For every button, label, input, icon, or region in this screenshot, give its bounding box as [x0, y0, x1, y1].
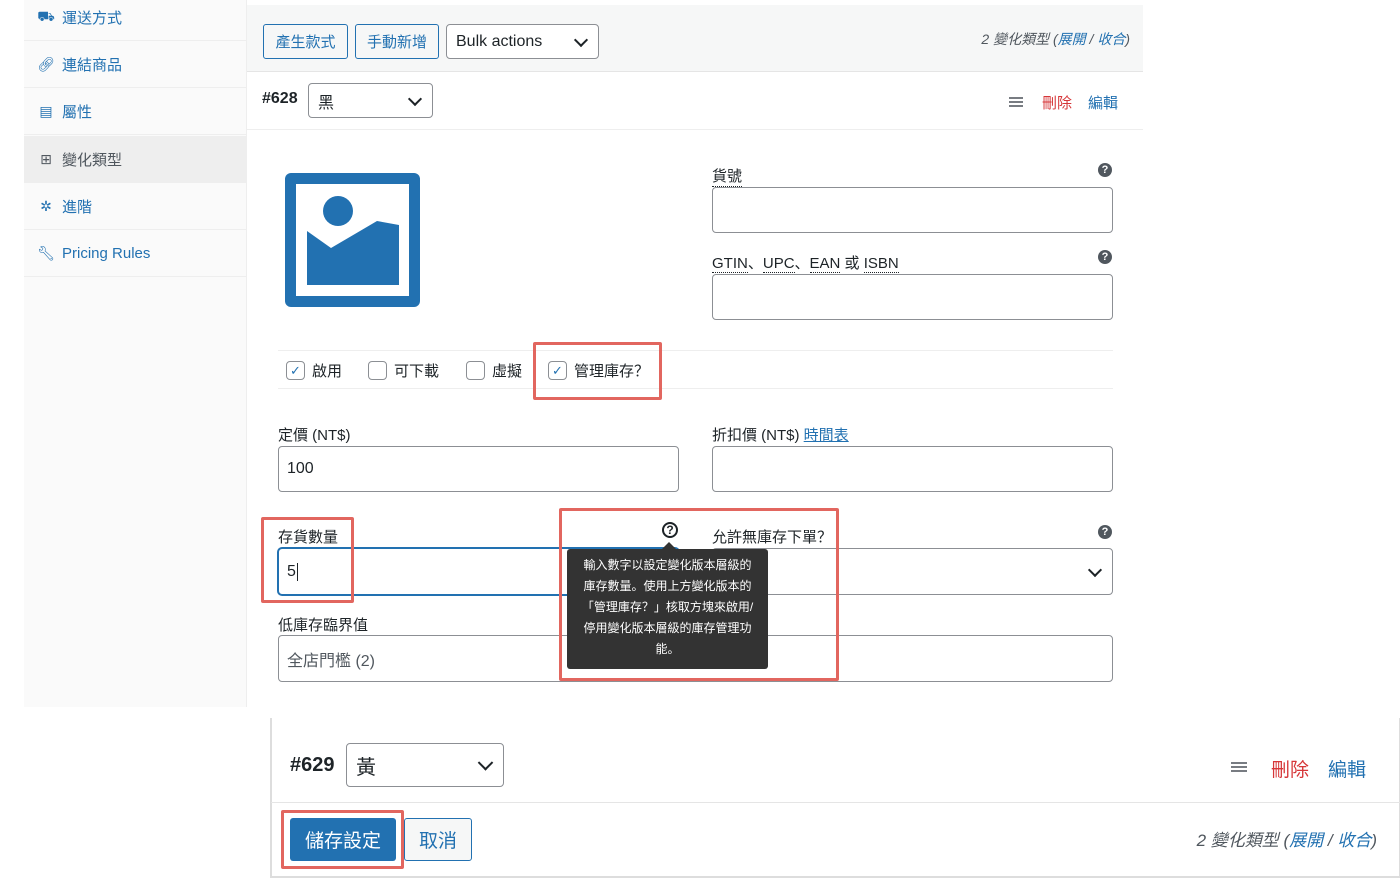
schedule-link[interactable]: 時間表	[804, 427, 849, 444]
enabled-label: 啟用	[312, 363, 343, 380]
attribute-value: 黑	[318, 94, 335, 112]
count-text: 2 變化類型 (	[981, 31, 1058, 47]
variation-id: #628	[262, 90, 298, 107]
image-placeholder-icon	[285, 173, 420, 307]
sidebar-item-label: 進階	[62, 198, 93, 216]
help-icon[interactable]: ?	[1098, 163, 1112, 177]
cancel-button[interactable]: 取消	[404, 818, 472, 861]
sidebar-item-advanced[interactable]: ✲ 進階	[24, 183, 247, 230]
gear-icon: ✲	[40, 197, 52, 214]
gtin-sep: 、	[747, 255, 763, 272]
highlight-save-button	[281, 810, 404, 869]
variations-count: 2 變化類型 (展開 / 收合)	[1120, 826, 1377, 851]
variation-image-placeholder[interactable]	[285, 173, 420, 307]
highlight-manage-stock	[533, 342, 662, 400]
chevron-down-icon	[1087, 562, 1103, 577]
variation-attribute-select[interactable]: 黑	[308, 83, 433, 118]
delete-variation-link[interactable]: 刪除	[1042, 92, 1072, 113]
upc-abbr: UPC	[762, 255, 795, 273]
truck-icon: ⛟	[37, 7, 55, 24]
enabled-checkbox[interactable]: ✓	[286, 361, 305, 380]
sidebar-item-label: 運送方式	[62, 9, 123, 27]
sale-price-text: 折扣價 (NT$)	[712, 427, 800, 444]
downloadable-checkbox[interactable]	[368, 361, 387, 380]
delete-variation-link[interactable]: 刪除	[1271, 755, 1309, 782]
variation-attribute-select[interactable]: 黃	[346, 743, 504, 787]
grid-icon: ⊞	[40, 150, 52, 167]
sidebar-item-label: 連結商品	[62, 56, 123, 74]
regular-price-label: 定價 (NT$)	[278, 427, 351, 444]
help-icon[interactable]: ?	[1098, 525, 1112, 539]
sidebar-item-label: 變化類型	[62, 151, 123, 169]
gtin-sep: 、	[794, 255, 810, 272]
chevron-down-icon	[407, 91, 423, 106]
gtin-or: 或	[840, 255, 864, 272]
variations-count: 2 變化類型 (展開 / 收合)	[930, 29, 1130, 49]
gtin-input[interactable]	[712, 274, 1113, 320]
variation-id: #629	[290, 754, 335, 776]
sort-handle-icon[interactable]	[1231, 762, 1247, 772]
sku-label: 貨號	[712, 165, 743, 187]
gtin-label: GTIN、UPC、EAN 或 ISBN	[712, 252, 899, 273]
count-sep: /	[1323, 831, 1338, 850]
count-suffix: )	[1371, 831, 1377, 850]
expand-link[interactable]: 展開	[1289, 831, 1323, 850]
add-manually-button[interactable]: 手動新增	[355, 24, 439, 59]
sidebar-item-linked-products[interactable]: 🔗︎ 連結商品	[24, 41, 247, 88]
enabled-option[interactable]: ✓ 啟用	[286, 360, 342, 381]
bulk-actions-select[interactable]: Bulk actions	[446, 24, 599, 59]
gtin-abbr: GTIN	[712, 255, 748, 273]
wrench-icon: 🔧︎	[37, 244, 55, 261]
edit-variation-link[interactable]: 編輯	[1088, 92, 1118, 113]
downloadable-label: 可下載	[394, 363, 440, 380]
edit-variation-link[interactable]: 編輯	[1328, 755, 1366, 782]
sidebar-item-attributes[interactable]: ▤ 屬性	[24, 88, 247, 135]
sidebar-item-label: Pricing Rules	[62, 244, 151, 262]
count-sep: /	[1085, 31, 1098, 47]
chevron-down-icon	[477, 755, 494, 771]
sale-price-label: 折扣價 (NT$) 時間表	[712, 424, 849, 445]
sku-input[interactable]	[712, 187, 1113, 233]
divider	[271, 802, 1400, 803]
isbn-abbr: ISBN	[863, 255, 899, 273]
list-icon: ▤	[39, 102, 53, 119]
sidebar-item-variations[interactable]: ⊞ 變化類型	[24, 136, 247, 183]
highlight-tooltip	[559, 508, 839, 681]
link-icon: 🔗︎	[37, 55, 55, 72]
virtual-option[interactable]: 虛擬	[466, 360, 522, 381]
expand-link[interactable]: 展開	[1058, 31, 1086, 47]
bulk-actions-value: Bulk actions	[456, 32, 543, 50]
generate-variations-button[interactable]: 產生款式	[263, 24, 348, 59]
collapse-link[interactable]: 收合	[1097, 31, 1125, 47]
regular-price-input[interactable]: 100	[278, 446, 679, 492]
chevron-down-icon	[573, 32, 589, 47]
count-suffix: )	[1125, 31, 1130, 47]
ean-abbr: EAN	[809, 255, 841, 273]
sale-price-input[interactable]	[712, 446, 1113, 492]
count-text: 2 變化類型 (	[1196, 831, 1290, 850]
sidebar-item-pricing-rules[interactable]: 🔧︎ Pricing Rules	[24, 230, 247, 277]
sidebar-item-shipping[interactable]: ⛟ 運送方式	[24, 0, 247, 41]
bottom-sidebar-area	[0, 718, 271, 878]
virtual-checkbox[interactable]	[466, 361, 485, 380]
highlight-stock-qty	[261, 517, 354, 603]
sort-handle-icon[interactable]	[1009, 97, 1023, 107]
help-icon[interactable]: ?	[1098, 250, 1112, 264]
downloadable-option[interactable]: 可下載	[368, 360, 439, 381]
virtual-label: 虛擬	[492, 363, 523, 380]
low-stock-label: 低庫存臨界值	[278, 617, 369, 634]
collapse-link[interactable]: 收合	[1337, 831, 1371, 850]
sidebar-item-label: 屬性	[62, 103, 93, 121]
attribute-value: 黃	[356, 756, 376, 779]
